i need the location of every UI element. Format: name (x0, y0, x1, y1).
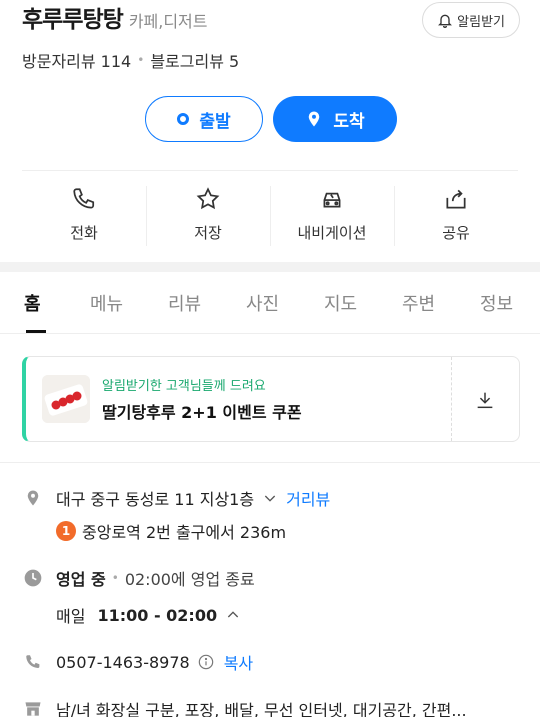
place-header: 후루루탕탕 카페,디저트 (22, 0, 208, 38)
location-icon (22, 487, 44, 509)
phone-number[interactable]: 0507-1463-8978 (56, 653, 190, 672)
street-view-link[interactable]: 거리뷰 (286, 486, 330, 510)
start-label: 출발 (199, 111, 231, 132)
tab-nearby[interactable]: 주변 (402, 290, 435, 316)
review-summary: 방문자리뷰 114 • 블로그리뷰 5 (22, 48, 239, 72)
phone-row: 0507-1463-8978 복사 (22, 650, 253, 674)
tab-bar: 홈 메뉴 리뷰 사진 지도 주변 정보 (0, 272, 540, 334)
copy-link[interactable]: 복사 (224, 650, 253, 674)
visitor-review-count[interactable]: 방문자리뷰 114 (22, 48, 131, 72)
separator-dot: • (111, 571, 119, 585)
tab-reviews[interactable]: 리뷰 (168, 290, 201, 316)
active-tab-indicator (26, 330, 46, 333)
phone-icon (73, 188, 95, 209)
location-pin-icon (309, 111, 320, 127)
address-row: 대구 중구 동성로 11 지상1층 거리뷰 (22, 486, 330, 510)
share-label: 공유 (442, 224, 470, 242)
start-dot-icon (177, 113, 190, 125)
phone-icon (22, 651, 44, 673)
amenities-row[interactable]: 남/녀 화장실 구분, 포장, 배달, 무선 인터넷, 대기공간, 간편... (22, 697, 467, 717)
section-divider (0, 262, 540, 272)
arrive-label: 도착 (333, 111, 365, 132)
station-text: 중앙로역 2번 출구에서 236m (82, 523, 287, 542)
chevron-down-icon[interactable] (262, 490, 278, 506)
coupon-title: 딸기탕후루 2+1 이벤트 쿠폰 (102, 403, 302, 422)
tab-home[interactable]: 홈 (24, 290, 41, 316)
hours-row: 영업 중 • 02:00에 영업 종료 (22, 566, 255, 590)
coupon-subtitle: 알림받기한 고객님들께 드려요 (102, 379, 266, 394)
amenities-text: 남/녀 화장실 구분, 포장, 배달, 무선 인터넷, 대기공간, 간편... (56, 701, 467, 717)
download-icon (477, 392, 493, 409)
divider (22, 170, 518, 171)
place-name: 후루루탕탕 (22, 7, 124, 33)
bell-icon (438, 14, 453, 28)
tab-menu[interactable]: 메뉴 (90, 290, 123, 316)
notify-label: 알림받기 (457, 14, 505, 30)
car-icon (323, 192, 341, 208)
divider (0, 462, 540, 463)
chevron-up-icon[interactable] (225, 607, 241, 623)
hours-time: 11:00 - 02:00 (97, 605, 218, 625)
navigation-label: 내비게이션 (297, 224, 367, 242)
notify-button[interactable]: 알림받기 (422, 2, 520, 38)
subway-line-badge: 1 (56, 521, 76, 541)
action-bar: 전화 저장 내비게이션 공유 (22, 178, 518, 248)
save-label: 저장 (194, 224, 222, 242)
call-label: 전화 (70, 224, 98, 242)
address-text: 대구 중구 동성로 11 지상1층 (56, 490, 255, 509)
tanghulu-icon (42, 375, 90, 423)
separator-dot: • (137, 53, 145, 67)
hours-detail-row[interactable]: 매일 11:00 - 02:00 (56, 603, 241, 627)
open-status: 영업 중 (56, 570, 106, 589)
share-icon (446, 189, 466, 209)
coupon-separator (451, 357, 452, 441)
star-icon (196, 187, 220, 210)
station-row: 1 중앙로역 2번 출구에서 236m (56, 519, 286, 543)
tab-map[interactable]: 지도 (324, 290, 357, 316)
clock-icon (22, 567, 44, 589)
start-button[interactable]: 출발 (145, 96, 263, 142)
coupon-image (42, 375, 90, 423)
tab-info[interactable]: 정보 (480, 290, 513, 316)
call-action[interactable]: 전화 (22, 178, 146, 248)
info-icon[interactable] (198, 654, 214, 670)
navigation-action[interactable]: 내비게이션 (270, 178, 394, 248)
tab-photos[interactable]: 사진 (246, 290, 279, 316)
save-action[interactable]: 저장 (146, 178, 270, 248)
share-action[interactable]: 공유 (394, 178, 518, 248)
place-category: 카페,디저트 (128, 12, 208, 31)
coupon-card[interactable]: 알림받기한 고객님들께 드려요 딸기탕후루 2+1 이벤트 쿠폰 (22, 356, 520, 442)
coupon-download-button[interactable] (470, 385, 500, 415)
close-time-text: 02:00에 영업 종료 (124, 570, 255, 589)
blog-review-count[interactable]: 블로그리뷰 5 (150, 48, 239, 72)
store-icon (22, 698, 44, 717)
hours-day: 매일 (56, 607, 86, 626)
arrive-button[interactable]: 도착 (273, 96, 397, 142)
